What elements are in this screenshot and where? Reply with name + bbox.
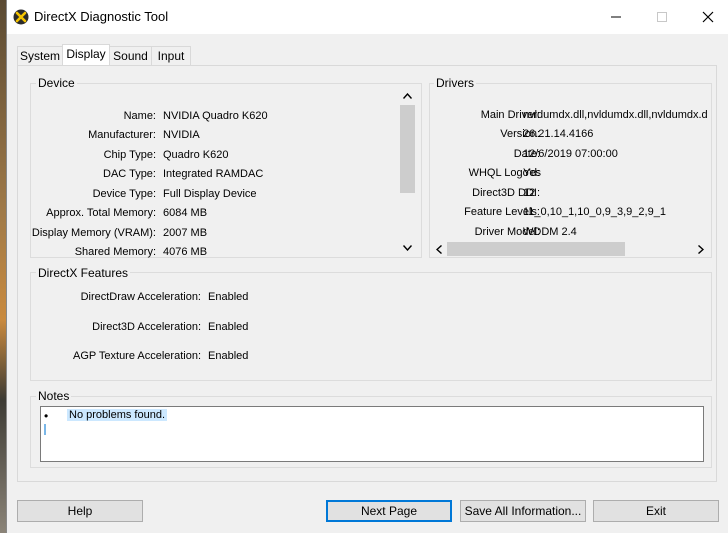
drivers-list: Main Driver: nvldumdx.dll,nvldumdx.dll,n… xyxy=(430,100,711,240)
feature-value: Enabled xyxy=(208,321,249,333)
device-label: Approx. Total Memory: xyxy=(46,207,156,219)
device-label: Display Memory (VRAM): xyxy=(31,227,156,239)
device-value: Full Display Device xyxy=(163,188,257,200)
device-value: 4076 MB xyxy=(163,246,208,258)
device-label: Manufacturer: xyxy=(88,129,156,141)
feature-label: Direct3D Acceleration: xyxy=(92,321,201,333)
notes-item: No problems found. xyxy=(67,409,167,421)
exit-button[interactable]: Exit xyxy=(593,500,719,522)
device-label: DAC Type: xyxy=(103,168,156,180)
drivers-horizontal-scrollbar[interactable] xyxy=(431,241,710,257)
device-label: Shared Memory: xyxy=(74,246,156,258)
device-group-title: Device xyxy=(36,76,77,90)
device-label: Name: xyxy=(123,110,156,122)
feature-value: Enabled xyxy=(208,291,249,303)
directx-logo-icon xyxy=(13,9,29,25)
notes-textbox[interactable]: • No problems found. xyxy=(40,406,704,462)
feature-label: DirectDraw Acceleration: xyxy=(80,291,201,303)
driver-value: nvldumdx.dll,nvldumdx.dll,nvldumdx.d xyxy=(523,109,708,121)
tab-display[interactable]: Display xyxy=(62,44,110,66)
device-vertical-scrollbar[interactable] xyxy=(399,88,416,256)
next-page-button[interactable]: Next Page xyxy=(326,500,452,522)
maximize-icon xyxy=(657,12,667,22)
driver-value: 12 xyxy=(523,187,536,199)
window-title: DirectX Diagnostic Tool xyxy=(34,9,169,24)
driver-value: 11_0,10_1,10_0,9_3,9_2,9_1 xyxy=(523,206,666,218)
device-value: Quadro K620 xyxy=(163,149,229,161)
device-value: NVIDIA xyxy=(163,129,200,141)
text-cursor xyxy=(44,424,46,435)
driver-value: 26.21.14.4166 xyxy=(523,128,594,140)
minimize-icon xyxy=(611,16,621,18)
notes-title: Notes xyxy=(36,389,72,403)
drivers-scroll-thumb[interactable] xyxy=(447,242,625,256)
close-icon xyxy=(702,11,714,23)
device-value: NVIDIA Quadro K620 xyxy=(163,110,268,122)
close-button[interactable] xyxy=(685,0,728,34)
driver-value: WDDM 2.4 xyxy=(523,226,577,238)
tab-sound[interactable]: Sound xyxy=(109,46,152,66)
tab-input[interactable]: Input xyxy=(151,46,191,66)
device-value: 2007 MB xyxy=(163,227,208,239)
dxdiag-window: DirectX Diagnostic Tool System Display S… xyxy=(6,0,728,533)
drivers-group-title: Drivers xyxy=(434,76,476,90)
title-bar[interactable]: DirectX Diagnostic Tool xyxy=(7,0,728,34)
device-label: Device Type: xyxy=(92,188,156,200)
feature-label: AGP Texture Acceleration: xyxy=(73,350,201,362)
device-value: Integrated RAMDAC xyxy=(163,168,264,180)
scroll-down-arrow-icon[interactable] xyxy=(403,245,412,251)
scroll-up-arrow-icon[interactable] xyxy=(403,93,412,99)
device-value: 6084 MB xyxy=(163,207,208,219)
save-all-information-button[interactable]: Save All Information... xyxy=(460,500,586,522)
maximize-button[interactable] xyxy=(639,0,685,34)
scroll-left-arrow-icon[interactable] xyxy=(436,245,442,254)
device-label: Chip Type: xyxy=(103,149,156,161)
minimize-button[interactable] xyxy=(593,0,639,34)
help-button[interactable]: Help xyxy=(17,500,143,522)
device-scroll-thumb[interactable] xyxy=(400,105,415,193)
directx-features-title: DirectX Features xyxy=(36,266,131,280)
feature-value: Enabled xyxy=(208,350,249,362)
bullet-icon: • xyxy=(44,409,49,423)
driver-value: Yes xyxy=(523,167,541,179)
tab-system[interactable]: System xyxy=(17,46,63,66)
scroll-right-arrow-icon[interactable] xyxy=(698,245,704,254)
driver-value: 12/6/2019 07:00:00 xyxy=(523,148,618,160)
